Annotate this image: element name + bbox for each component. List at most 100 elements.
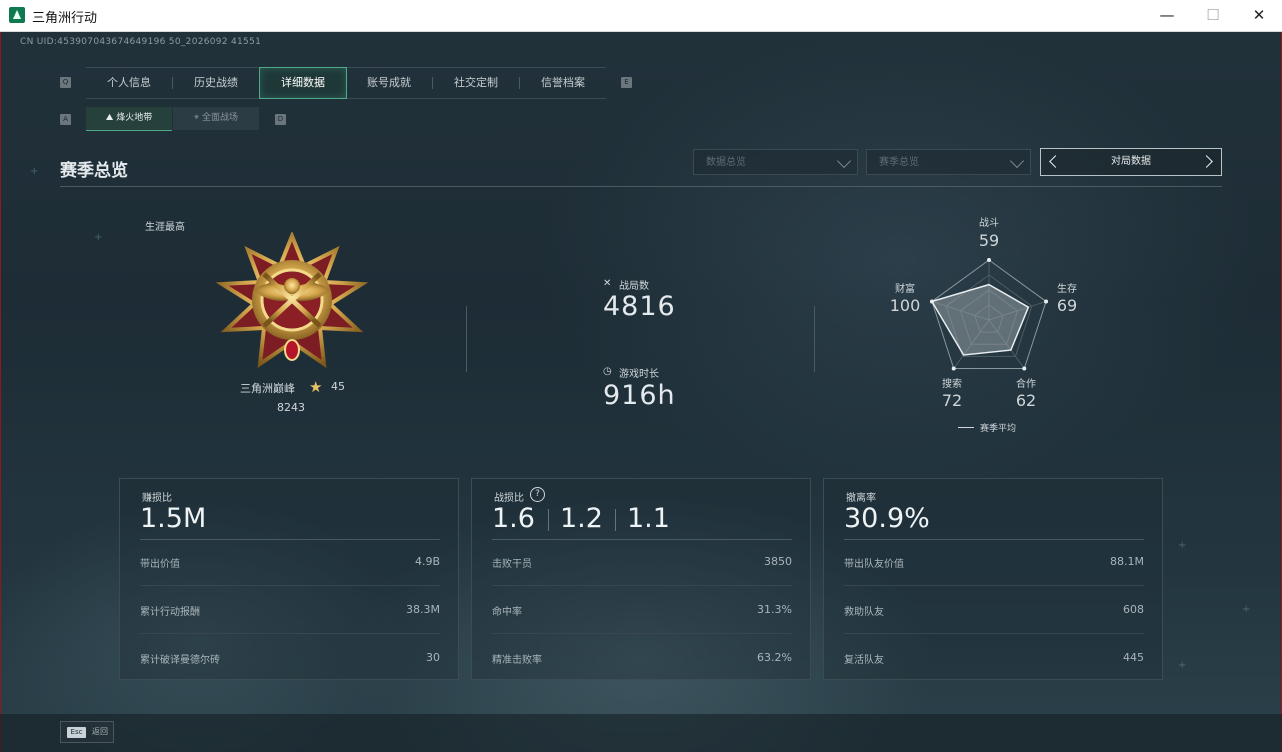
- row-divider: [492, 633, 792, 634]
- nav-prev-key-hint[interactable]: Q: [60, 77, 71, 88]
- decor-cross-icon: +: [30, 166, 39, 177]
- row-divider: [140, 585, 440, 586]
- data-overview-dropdown[interactable]: 数据总览: [693, 149, 858, 175]
- match-data-selector-label: 对局数据: [1111, 156, 1151, 167]
- radar-value-survival: 69: [1056, 296, 1078, 315]
- row-label: 击败干员: [492, 559, 532, 570]
- subtab-hazard-zone-label: 烽火地带: [116, 113, 153, 123]
- decor-cross-icon: +: [1242, 604, 1251, 615]
- subtab-full-battlefield[interactable]: ⌖ 全面战场: [173, 107, 259, 130]
- extraction-card: 撤离率 30.9% 带出队友价值 88.1M 救助队友 608 复活队友 445: [823, 478, 1163, 680]
- card-divider: [140, 539, 440, 540]
- window-title-bar: 三角洲行动 — ☐ ✕: [0, 0, 1282, 32]
- kd-ratio-value-3: 1.1: [627, 503, 670, 534]
- row-label: 精准击败率: [492, 655, 542, 666]
- season-overview-dropdown-label: 赛季总览: [879, 157, 919, 168]
- radar-label-combat: 战斗: [979, 218, 999, 229]
- radar-label-wealth: 财富: [895, 284, 915, 295]
- profit-ratio-label: 赚损比: [142, 493, 172, 504]
- radar-label-survival: 生存: [1057, 284, 1077, 295]
- chevron-down-icon: [836, 153, 852, 169]
- maximize-button[interactable]: ☐: [1190, 0, 1236, 31]
- rank-name: 三角洲巅峰: [240, 382, 295, 395]
- tab-detailed-data[interactable]: 详细数据: [259, 67, 347, 99]
- extraction-rate-label: 撤离率: [846, 493, 876, 504]
- profit-card: 赚损比 1.5M 带出价值 4.9B 累计行动报酬 38.3M 累计破译曼德尔砖…: [119, 478, 459, 680]
- data-overview-dropdown-label: 数据总览: [706, 157, 746, 168]
- radar-value-combat: 59: [978, 231, 1000, 250]
- kd-ratio-value-1: 1.6: [492, 503, 535, 534]
- row-label: 救助队友: [844, 607, 884, 618]
- crossed-swords-icon: ✕: [603, 278, 612, 289]
- row-label: 带出价值: [140, 559, 180, 570]
- card-row: 精准击败率 63.2%: [492, 651, 792, 671]
- row-label: 累计破译曼德尔砖: [140, 655, 220, 666]
- extraction-rate-value: 30.9%: [844, 503, 930, 534]
- profit-ratio-value: 1.5M: [140, 503, 207, 534]
- game-window: 三角洲行动 — ☐ ✕ CN UID:453907043674649196 50…: [0, 0, 1282, 752]
- rank-medal-icon: [215, 232, 369, 369]
- player-uid: CN UID:453907043674649196 50_2026092 415…: [20, 37, 262, 47]
- radar-value-wealth: 100: [889, 296, 921, 315]
- row-value: 63.2%: [757, 651, 792, 664]
- card-divider: [844, 539, 1144, 540]
- row-value: 88.1M: [1110, 555, 1144, 568]
- tab-reputation[interactable]: 信誉档案: [520, 68, 606, 98]
- rank-score: 8243: [277, 401, 305, 414]
- chevron-down-icon: [1009, 153, 1025, 169]
- kd-card: 战损比 ? 1.6 1.2 1.1 击败干员 3850 命中率 31.3% 精准…: [471, 478, 811, 680]
- radar-value-teamwork: 62: [1015, 391, 1037, 410]
- subtab-hazard-zone[interactable]: ⛰ 烽火地带: [86, 107, 172, 131]
- clock-icon: ◷: [603, 366, 612, 377]
- row-value: 608: [1123, 603, 1144, 616]
- tab-match-history[interactable]: 历史战绩: [173, 68, 259, 98]
- play-time-label: 游戏时长: [619, 369, 659, 380]
- window-border-left: [0, 31, 1, 752]
- row-divider: [844, 585, 1144, 586]
- row-label: 累计行动报酬: [140, 607, 200, 618]
- kd-ratio-value-2: 1.2: [560, 503, 603, 534]
- back-button[interactable]: Esc 返回: [60, 721, 114, 743]
- subnav-prev-key-hint[interactable]: A: [60, 114, 71, 125]
- bottom-bar: [0, 714, 1282, 752]
- radar-label-teamwork: 合作: [1016, 379, 1036, 390]
- radar-axis-dot: [951, 366, 956, 371]
- row-value: 30: [426, 651, 440, 664]
- tab-social[interactable]: 社交定制: [433, 68, 519, 98]
- radar-label-search: 搜索: [942, 379, 962, 390]
- career-best-label: 生涯最高: [145, 222, 185, 233]
- radar-axis-dot: [1022, 366, 1027, 371]
- row-label: 带出队友价值: [844, 559, 904, 570]
- radar-axis-dot: [987, 258, 991, 262]
- decor-cross-icon: +: [1178, 540, 1187, 551]
- tab-personal-info[interactable]: 个人信息: [86, 68, 172, 98]
- esc-key-hint: Esc: [67, 727, 86, 738]
- decor-cross-icon: +: [94, 232, 103, 243]
- kd-ratio-label: 战损比: [494, 493, 524, 504]
- decor-cross-icon: +: [1178, 660, 1187, 671]
- star-icon: ★: [309, 378, 323, 396]
- tab-achievements[interactable]: 账号成就: [346, 68, 432, 98]
- back-button-label: 返回: [92, 727, 108, 736]
- row-divider: [844, 633, 1144, 634]
- rank-level: 45: [331, 380, 345, 393]
- value-divider: [548, 509, 549, 531]
- row-value: 38.3M: [406, 603, 440, 616]
- primary-tab-bar: 个人信息 历史战绩 详细数据 账号成就 社交定制 信誉档案: [86, 67, 606, 99]
- minimize-button[interactable]: —: [1144, 0, 1190, 31]
- row-value: 445: [1123, 651, 1144, 664]
- row-divider: [492, 585, 792, 586]
- value-divider: [615, 509, 616, 531]
- help-icon[interactable]: ?: [530, 487, 545, 502]
- subnav-next-key-hint[interactable]: D: [275, 114, 286, 125]
- card-row: 带出价值 4.9B: [140, 555, 440, 575]
- subtab-full-battlefield-label: 全面战场: [201, 113, 238, 123]
- season-overview-dropdown[interactable]: 赛季总览: [866, 149, 1031, 175]
- row-value: 3850: [764, 555, 792, 568]
- app-logo-icon: [9, 7, 25, 23]
- hazard-zone-icon: ⛰: [105, 113, 117, 123]
- row-value: 4.9B: [414, 555, 440, 568]
- close-button[interactable]: ✕: [1236, 0, 1282, 31]
- nav-next-key-hint[interactable]: E: [621, 77, 632, 88]
- row-label: 命中率: [492, 607, 522, 618]
